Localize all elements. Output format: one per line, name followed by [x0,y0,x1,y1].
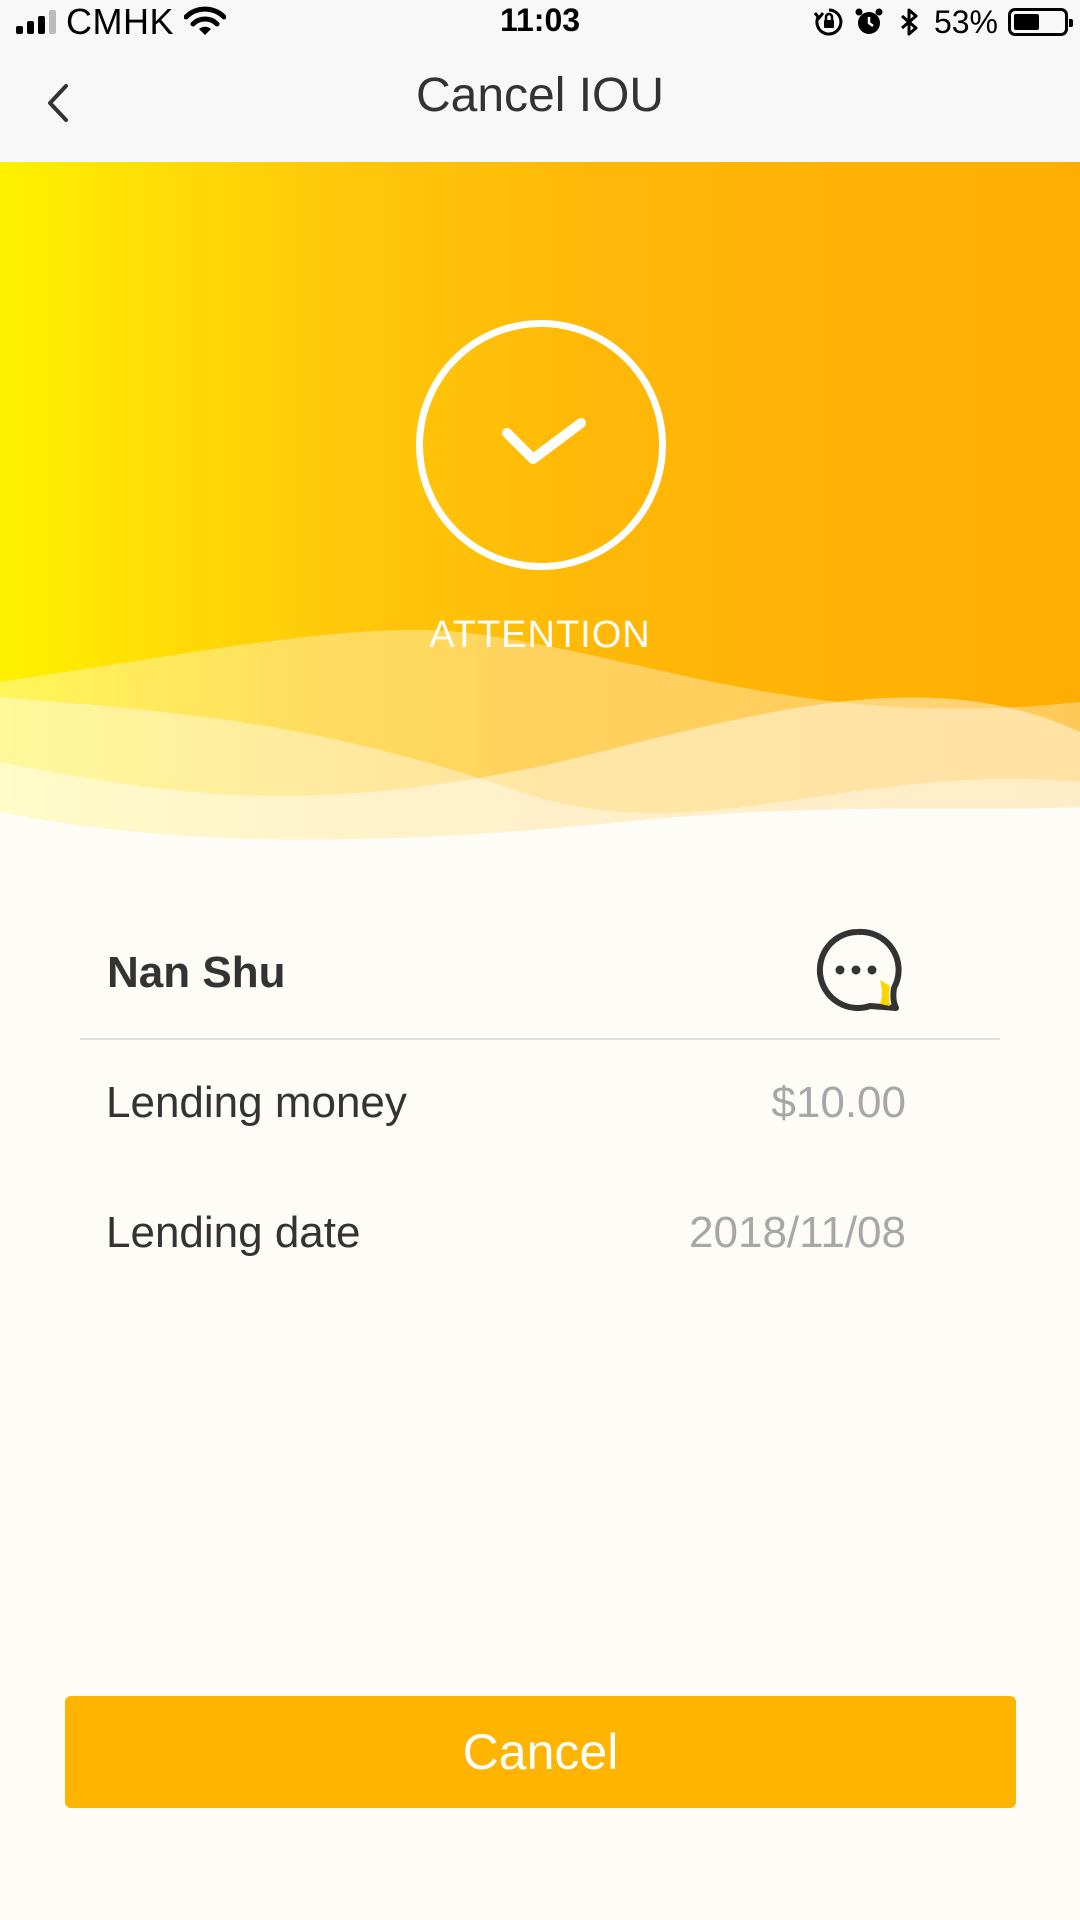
page-title: Cancel IOU [415,69,665,122]
wave-decoration [0,630,1080,912]
status-header: ATTENTION [0,162,1080,912]
cancel-button[interactable]: Cancel [65,1696,1016,1808]
status-bar: CMHK 11:03 53% [0,0,1080,44]
battery-icon [1008,8,1073,36]
orientation-lock-icon [813,8,843,36]
divider [80,1038,1000,1040]
borrower-name: Nan Shu [107,948,286,997]
lending-date-value: 2018/11/08 [689,1208,906,1257]
cancel-iou-screen: CMHK 11:03 53% Cancel IOU ATTENTION Nan … [0,0,1080,1920]
checkmark-icon [502,418,586,464]
lending-money-row: Lending money $10.00 [106,1078,906,1138]
bluetooth-icon [900,8,918,36]
battery-percent: 53% [933,3,998,40]
check-circle-icon [416,320,666,570]
navigation-bar: Cancel IOU [0,44,1080,162]
lending-money-value: $10.00 [771,1078,906,1127]
battery-fill [1014,14,1039,30]
borrower-row: Nan Shu [80,910,1000,1038]
chat-bubble-icon[interactable] [810,924,904,1018]
status-right: 53% [813,2,1073,42]
lending-money-label: Lending money [106,1078,407,1127]
lending-date-row: Lending date 2018/11/08 [106,1208,906,1268]
lending-date-label: Lending date [106,1208,361,1257]
alarm-icon [855,8,883,34]
